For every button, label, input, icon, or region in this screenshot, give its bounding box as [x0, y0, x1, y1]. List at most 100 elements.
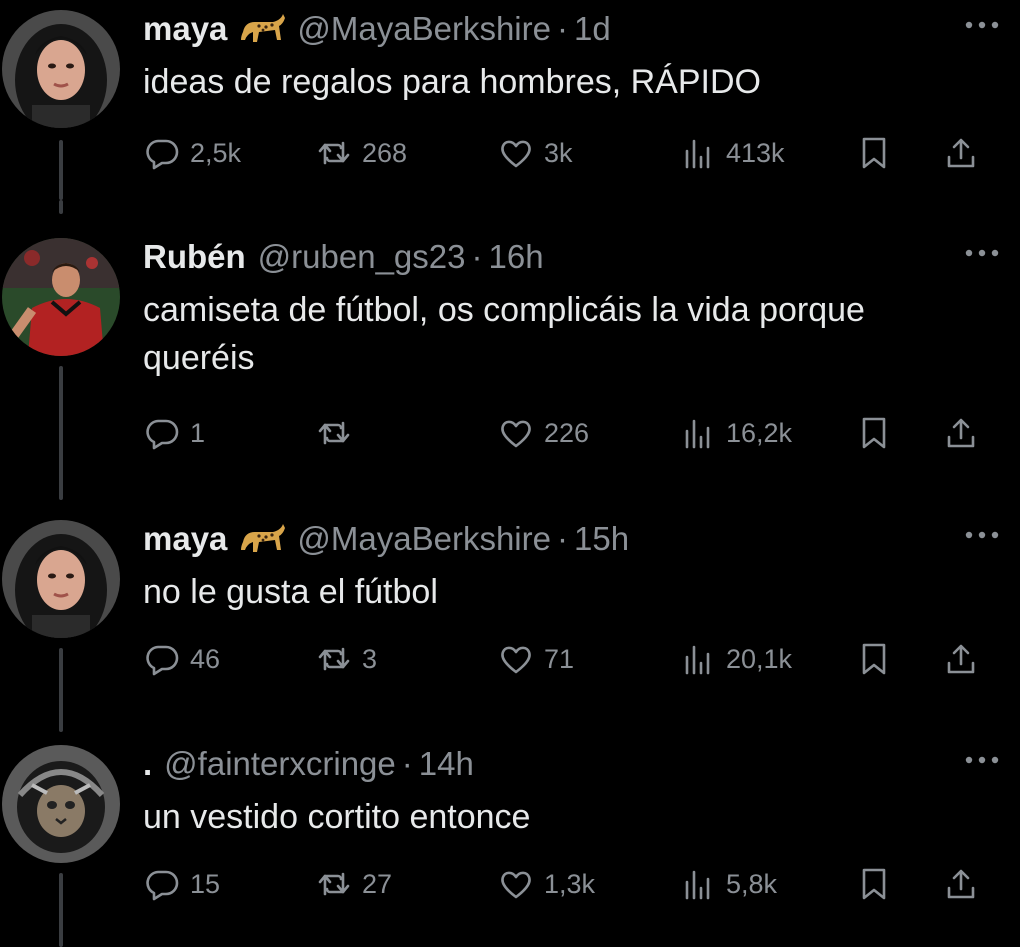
- timestamp[interactable]: 1d: [574, 10, 611, 47]
- tweet-text: no le gusta el fútbol: [143, 573, 438, 611]
- heart-icon: [501, 646, 531, 674]
- like-button[interactable]: 226: [498, 408, 589, 458]
- handle[interactable]: @MayaBerkshire: [297, 520, 551, 557]
- share-upload-icon: [947, 418, 975, 448]
- bookmark-button[interactable]: [856, 408, 892, 458]
- more-button[interactable]: [962, 745, 1002, 775]
- more-button[interactable]: [962, 520, 1002, 550]
- reply-bubble-icon: [146, 419, 179, 450]
- share-upload-icon: [947, 869, 975, 899]
- more-horizontal-icon: [965, 756, 999, 764]
- tweet[interactable]: . @fainterxcringe · 14h un vestido cortito …: [0, 735, 1020, 947]
- reply-count: 2,5k: [190, 137, 242, 168]
- avatar[interactable]: [2, 238, 120, 356]
- tweet[interactable]: maya @MayaBerkshire · 1d ideas de regalos p…: [0, 0, 1020, 200]
- retweet-button[interactable]: 27: [316, 859, 392, 909]
- heart-icon: [501, 420, 531, 448]
- share-button[interactable]: [943, 634, 979, 684]
- bookmark-button[interactable]: [856, 128, 892, 178]
- display-name[interactable]: maya: [143, 520, 227, 557]
- retweet-count: 3: [362, 643, 378, 674]
- reply-button[interactable]: 2,5k: [144, 128, 241, 178]
- views-button[interactable]: 5,8k: [680, 859, 777, 909]
- display-name[interactable]: maya: [143, 10, 227, 47]
- tweet-header: Rubén @ruben_gs23 · 16h: [143, 236, 544, 278]
- handle[interactable]: @MayaBerkshire: [297, 10, 551, 47]
- tweet[interactable]: Rubén @ruben_gs23 · 16h camiseta de fútbol,…: [0, 200, 1020, 500]
- display-name[interactable]: .: [143, 745, 152, 782]
- avatar-maya-icon: [2, 10, 120, 128]
- reply-thread: maya @MayaBerkshire · 1d ideas de regalos p…: [0, 0, 1020, 947]
- leopard-emoji-icon: [239, 10, 287, 56]
- view-count: 413k: [726, 137, 785, 168]
- views-button[interactable]: 413k: [680, 128, 785, 178]
- bar-chart-icon: [685, 870, 710, 900]
- separator: ·: [471, 238, 483, 275]
- more-horizontal-icon: [965, 21, 999, 29]
- leopard-emoji-icon: [239, 520, 287, 566]
- timestamp[interactable]: 15h: [574, 520, 629, 557]
- thread-line: [59, 200, 63, 214]
- view-count: 5,8k: [726, 868, 778, 899]
- bar-chart-icon: [685, 139, 710, 169]
- avatar-cat-helmet-icon: [2, 745, 120, 863]
- more-button[interactable]: [962, 238, 1002, 268]
- bookmark-button[interactable]: [856, 859, 892, 909]
- tweet-text: ideas de regalos para hombres, RÁPIDO: [143, 63, 761, 101]
- reply-button[interactable]: 15: [144, 859, 220, 909]
- retweet-count: 27: [362, 868, 393, 899]
- avatar-maya-icon: [2, 520, 120, 638]
- more-button[interactable]: [962, 10, 1002, 40]
- like-button[interactable]: 71: [498, 634, 574, 684]
- handle[interactable]: @ruben_gs23: [258, 238, 466, 275]
- like-button[interactable]: 3k: [498, 128, 573, 178]
- like-count: 71: [544, 643, 575, 674]
- retweet-button[interactable]: 268: [316, 128, 407, 178]
- avatar-ruben-icon: [2, 238, 120, 356]
- views-button[interactable]: 20,1k: [680, 634, 792, 684]
- reply-bubble-icon: [146, 870, 179, 901]
- handle[interactable]: @fainterxcringe: [164, 745, 396, 782]
- like-count: 1,3k: [544, 868, 596, 899]
- reply-bubble-icon: [146, 139, 179, 170]
- reply-count: 1: [190, 417, 206, 448]
- action-bar: 46 3 71 20,1k: [0, 634, 1020, 684]
- retweet-count: 268: [362, 137, 408, 168]
- separator: ·: [556, 520, 568, 557]
- separator: ·: [401, 745, 413, 782]
- timestamp[interactable]: 14h: [419, 745, 474, 782]
- retweet-icon: [318, 647, 350, 671]
- heart-icon: [501, 871, 531, 899]
- retweet-icon: [318, 872, 350, 896]
- bookmark-icon: [862, 643, 886, 675]
- avatar[interactable]: [2, 10, 120, 128]
- bookmark-icon: [862, 417, 886, 449]
- reply-button[interactable]: 46: [144, 634, 220, 684]
- retweet-button[interactable]: [316, 408, 362, 458]
- share-button[interactable]: [943, 408, 979, 458]
- bookmark-button[interactable]: [856, 634, 892, 684]
- avatar[interactable]: [2, 745, 120, 863]
- action-bar: 2,5k 268 3k 413k: [0, 128, 1020, 178]
- reply-count: 46: [190, 643, 221, 674]
- tweet-text: camiseta de fútbol, os complicáis la vid…: [143, 291, 865, 377]
- retweet-icon: [318, 141, 350, 165]
- like-count: 3k: [544, 137, 573, 168]
- share-upload-icon: [947, 138, 975, 168]
- reply-button[interactable]: 1: [144, 408, 205, 458]
- avatar[interactable]: [2, 520, 120, 638]
- display-name[interactable]: Rubén: [143, 238, 246, 275]
- views-button[interactable]: 16,2k: [680, 408, 792, 458]
- like-button[interactable]: 1,3k: [498, 859, 595, 909]
- tweet[interactable]: maya @MayaBerkshire · 15h no le gusta el fú…: [0, 510, 1020, 732]
- more-horizontal-icon: [965, 249, 999, 257]
- tweet-text: un vestido cortito entonce: [143, 798, 531, 836]
- view-count: 16,2k: [726, 417, 793, 448]
- share-button[interactable]: [943, 859, 979, 909]
- bar-chart-icon: [685, 419, 710, 449]
- retweet-button[interactable]: 3: [316, 634, 377, 684]
- tweet-header: maya @MayaBerkshire · 15h: [143, 518, 629, 566]
- timestamp[interactable]: 16h: [489, 238, 544, 275]
- share-button[interactable]: [943, 128, 979, 178]
- reply-bubble-icon: [146, 645, 179, 676]
